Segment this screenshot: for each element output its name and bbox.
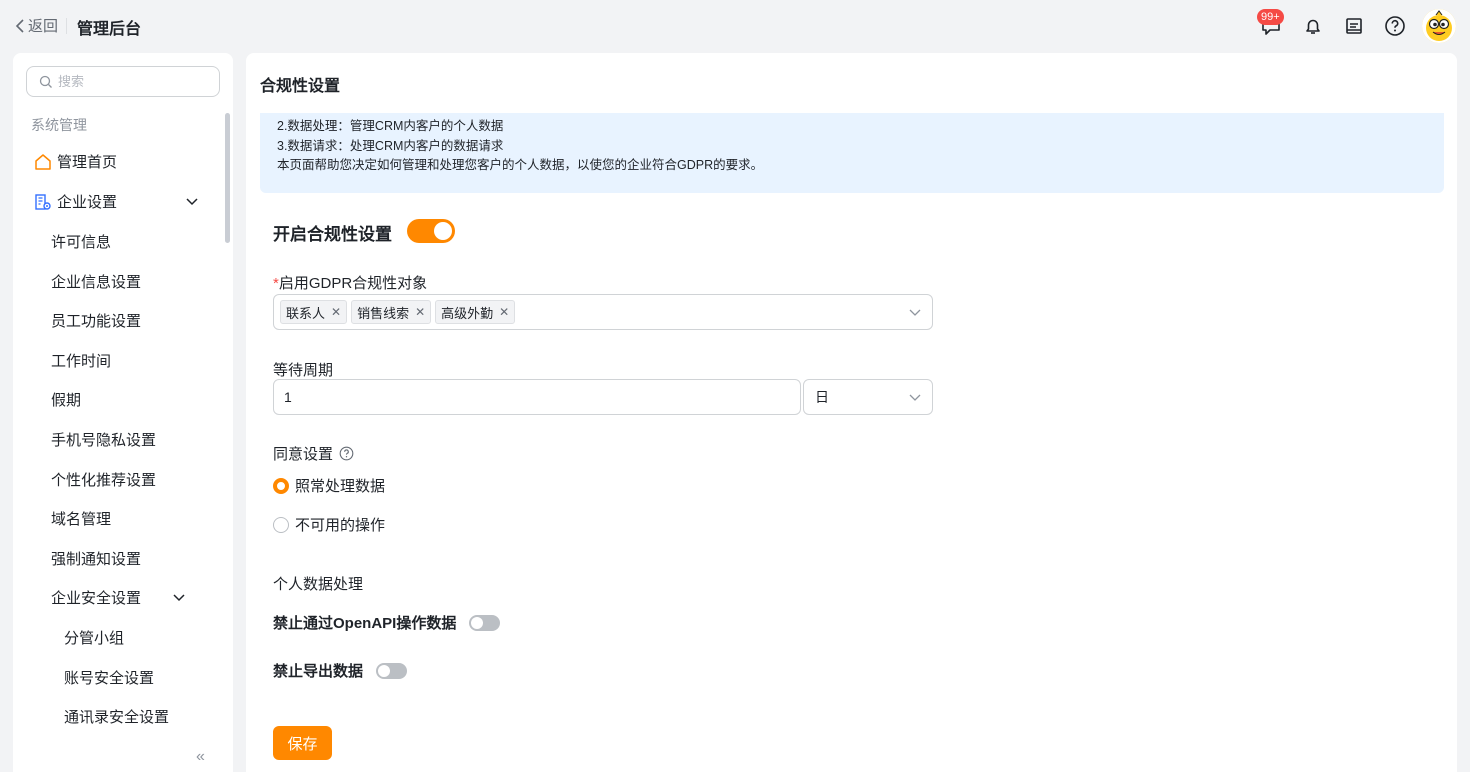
section-label: 系统管理 (31, 117, 87, 133)
sidebar-item-company-settings[interactable]: 企业设置 (34, 191, 117, 212)
radio-unselected-icon (273, 516, 289, 533)
wait-period-input[interactable]: 1 (273, 379, 801, 415)
sidebar-item-domain[interactable]: 域名管理 (51, 508, 111, 529)
sidebar-item-label: 企业安全设置 (51, 590, 142, 607)
sidebar-item-contacts-security[interactable]: 通讯录安全设置 (64, 706, 169, 727)
search-input[interactable] (58, 74, 208, 89)
search-icon (39, 75, 52, 88)
sidebar-item-label: 许可信息 (51, 234, 112, 251)
help-icon[interactable] (1383, 14, 1407, 38)
radio-label: 不可用的操作 (295, 517, 386, 534)
sidebar-item-account-security[interactable]: 账号安全设置 (64, 667, 154, 688)
wait-period-label: 等待周期 (273, 362, 334, 379)
gdpr-objects-select[interactable]: 联系人 ✕ 销售线索 ✕ 高级外勤 ✕ (273, 294, 933, 330)
page-title: 合规性设置 (260, 78, 341, 95)
sidebar-item-subgroups[interactable]: 分管小组 (64, 627, 124, 648)
back-label: 返回 (28, 18, 59, 35)
remove-tag-icon[interactable]: ✕ (499, 305, 509, 319)
remove-tag-icon[interactable]: ✕ (415, 305, 425, 319)
chevron-left-icon (15, 18, 24, 33)
app-title: 管理后台 (77, 21, 142, 38)
sidebar-item-company-info[interactable]: 企业信息设置 (51, 271, 141, 292)
sidebar-item-work-hours[interactable]: 工作时间 (51, 350, 111, 371)
consent-label-text: 同意设置 (273, 446, 334, 463)
radio-selected-icon (273, 477, 289, 494)
save-button[interactable]: 保存 (273, 726, 332, 760)
sidebar-item-label: 分管小组 (64, 630, 125, 647)
sidebar-item-label: 假期 (51, 392, 82, 409)
sidebar-item-security[interactable]: 企业安全设置 (51, 587, 141, 608)
tag-sales-leads: 销售线索 ✕ (351, 300, 432, 324)
enable-compliance-toggle[interactable] (407, 219, 455, 243)
message-badge: 99+ (1257, 9, 1284, 25)
search-box[interactable] (26, 66, 220, 97)
sidebar-item-employee-features[interactable]: 员工功能设置 (51, 310, 141, 331)
top-bar: 返回 管理后台 99+ (0, 0, 1470, 52)
sidebar-item-label: 个性化推荐设置 (51, 472, 157, 489)
sidebar: 系统管理 管理首页 企业设置 许可信息 企业信息设置 员工功能设置 工作时间 假… (13, 53, 233, 772)
toggle-knob (378, 665, 390, 677)
sidebar-item-forced-notice[interactable]: 强制通知设置 (51, 548, 141, 569)
consent-settings-label: 同意设置 (273, 443, 354, 464)
sidebar-item-label: 手机号隐私设置 (51, 432, 157, 449)
personal-data-label: 个人数据处理 (273, 576, 364, 593)
tag-field-service: 高级外勤 ✕ (435, 300, 516, 324)
tag-label: 销售线索 (357, 305, 410, 321)
help-icon[interactable] (339, 446, 354, 461)
block-export-label: 禁止导出数据 (273, 663, 364, 680)
info-line: 2.数据处理：管理CRM内客户的个人数据 (277, 119, 504, 133)
enable-compliance-label: 开启合规性设置 (273, 225, 392, 244)
block-export-toggle[interactable] (376, 663, 407, 679)
sidebar-item-holidays[interactable]: 假期 (51, 389, 81, 410)
sidebar-item-label: 工作时间 (51, 353, 112, 370)
sidebar-item-label: 域名管理 (51, 511, 112, 528)
main-panel: 合规性设置 2.数据处理：管理CRM内客户的个人数据 3.数据请求：处理CRM内… (246, 53, 1457, 772)
mascot-avatar-icon (1422, 9, 1456, 43)
home-icon (34, 153, 52, 171)
info-banner: 2.数据处理：管理CRM内客户的个人数据 3.数据请求：处理CRM内客户的数据请… (260, 113, 1444, 193)
radio-unavailable-action[interactable]: 不可用的操作 (273, 514, 385, 535)
chevron-down-icon[interactable] (184, 194, 200, 210)
toggle-knob (471, 617, 483, 629)
chevron-down-icon[interactable] (908, 306, 922, 318)
sidebar-item-home[interactable]: 管理首页 (34, 151, 117, 172)
radio-process-normally[interactable]: 照常处理数据 (273, 475, 385, 496)
back-button[interactable]: 返回 (14, 15, 58, 36)
tag-contacts: 联系人 ✕ (280, 300, 348, 324)
tag-label: 联系人 (286, 305, 326, 321)
sidebar-scrollbar[interactable] (225, 113, 230, 243)
radio-label: 照常处理数据 (295, 478, 386, 495)
gdpr-objects-label-text: 启用GDPR合规性对象 (278, 275, 428, 292)
sidebar-item-label: 通讯录安全设置 (64, 709, 170, 726)
toggle-knob (434, 222, 452, 240)
tag-label: 高级外勤 (441, 305, 494, 321)
wait-unit-select[interactable]: 日 (803, 379, 933, 415)
collapse-sidebar-button[interactable]: « (196, 748, 205, 766)
wait-unit-value: 日 (815, 389, 829, 405)
sidebar-item-label: 企业设置 (57, 194, 118, 211)
sidebar-item-label: 企业信息设置 (51, 274, 142, 291)
bell-icon[interactable] (1301, 14, 1325, 38)
info-line: 3.数据请求：处理CRM内客户的数据请求 (277, 138, 504, 153)
sidebar-item-recommendation[interactable]: 个性化推荐设置 (51, 469, 156, 490)
company-settings-icon (34, 193, 52, 211)
sidebar-item-phone-privacy[interactable]: 手机号隐私设置 (51, 429, 156, 450)
sidebar-item-license[interactable]: 许可信息 (51, 231, 111, 252)
block-openapi-label: 禁止通过OpenAPI操作数据 (273, 615, 457, 632)
block-openapi-toggle[interactable] (469, 615, 500, 631)
remove-tag-icon[interactable]: ✕ (331, 305, 341, 319)
divider (66, 18, 67, 34)
chevron-down-icon (909, 394, 921, 401)
chevron-down-icon[interactable] (171, 590, 187, 606)
sidebar-item-label: 员工功能设置 (51, 313, 142, 330)
notebook-icon[interactable] (1342, 14, 1366, 38)
sidebar-item-label: 管理首页 (57, 154, 118, 171)
avatar[interactable] (1422, 9, 1456, 43)
gdpr-objects-label: *启用GDPR合规性对象 (273, 272, 427, 293)
info-line: 本页面帮助您决定如何管理和处理您客户的个人数据，以使您的企业符合GDPR的要求。 (277, 158, 764, 172)
sidebar-item-label: 账号安全设置 (64, 670, 155, 687)
sidebar-item-label: 强制通知设置 (51, 551, 142, 568)
